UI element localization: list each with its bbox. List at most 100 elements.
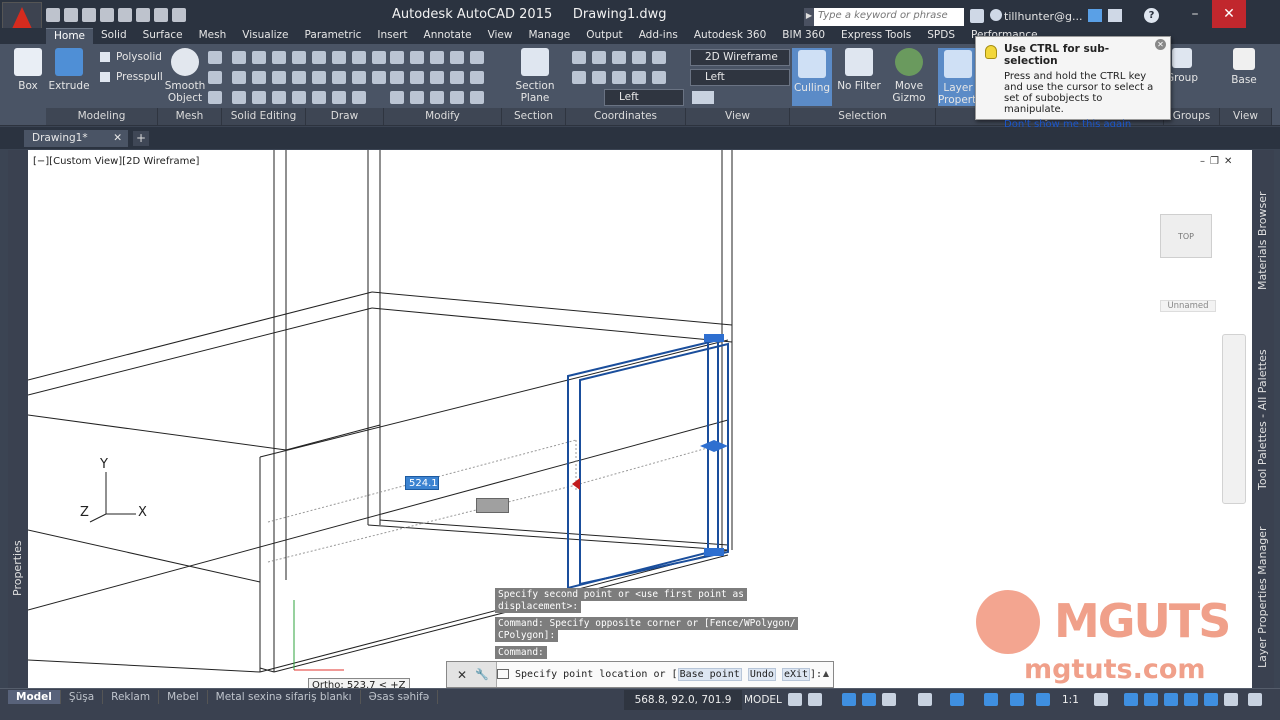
mesh-tool-2-icon[interactable]	[208, 71, 222, 84]
extract-icon[interactable]	[292, 51, 306, 64]
arc-icon[interactable]	[372, 51, 386, 64]
layout-tab[interactable]: Metal sexinə sifariş blankı	[208, 690, 361, 704]
line-icon[interactable]	[312, 51, 326, 64]
tab-mesh[interactable]: Mesh	[191, 28, 235, 44]
rectangle-icon[interactable]	[332, 91, 346, 104]
ucs-object-icon[interactable]	[632, 71, 646, 84]
option-base-point[interactable]: Base point	[677, 668, 742, 681]
stretch-icon[interactable]	[430, 91, 444, 104]
grid-icon[interactable]	[788, 693, 802, 706]
binoculars-icon[interactable]	[970, 9, 984, 23]
base-button[interactable]: Base	[1224, 48, 1264, 86]
layout-tab[interactable]: Əsas səhifə	[361, 690, 439, 704]
redo-icon[interactable]	[154, 8, 168, 22]
no-filter-button[interactable]: No Filter	[836, 48, 882, 92]
panel-solid-editing[interactable]: Solid Editing	[222, 108, 306, 125]
circle-icon[interactable]	[352, 51, 366, 64]
dynamic-input-field[interactable]: 524.1	[405, 476, 439, 490]
object-snap-icon[interactable]	[984, 693, 998, 706]
object-snap-tracking-icon[interactable]	[950, 693, 964, 706]
isolate-objects-icon[interactable]	[1184, 693, 1198, 706]
panel-mesh[interactable]: Mesh	[158, 108, 222, 125]
viewport-restore-icon[interactable]: ❐	[1210, 156, 1219, 167]
model-space-toggle[interactable]: MODEL	[744, 694, 782, 706]
properties-palette-strip[interactable]: Properties	[8, 150, 28, 688]
layout-tab[interactable]: Şüşa	[61, 690, 104, 704]
panel-modeling[interactable]: Modeling	[46, 108, 158, 125]
tab-bim-360[interactable]: BIM 360	[774, 28, 833, 44]
viewport-controls-label[interactable]: [−][Custom View][2D Wireframe]	[33, 156, 199, 167]
option-exit[interactable]: eXit	[781, 668, 811, 681]
viewport-minimize-icon[interactable]: –	[1200, 156, 1205, 167]
pointer-icon[interactable]	[390, 51, 404, 64]
units-icon[interactable]	[1144, 693, 1158, 706]
layer-properties-button[interactable]: Layer Properties	[938, 48, 991, 106]
tab-spds[interactable]: SPDS	[919, 28, 963, 44]
grip-bottom[interactable]	[704, 548, 724, 556]
spline-icon[interactable]	[312, 71, 326, 84]
separate-icon[interactable]	[252, 51, 266, 64]
panel-coordinates[interactable]: Coordinates	[566, 108, 686, 125]
rotate-3d-icon[interactable]	[410, 51, 424, 64]
ucs-z-icon[interactable]	[632, 51, 646, 64]
tab-manage[interactable]: Manage	[520, 28, 578, 44]
search-input[interactable]: Type a keyword or phrase	[814, 8, 964, 26]
snap-icon[interactable]	[808, 693, 822, 706]
explode-icon[interactable]	[390, 91, 404, 104]
ucs-world-icon[interactable]	[592, 51, 606, 64]
isodraft-icon[interactable]	[918, 693, 932, 706]
box-button[interactable]: Box	[6, 48, 50, 92]
close-file-tab-icon[interactable]: ✕	[113, 132, 122, 144]
open-icon[interactable]	[64, 8, 78, 22]
layout-tab-model[interactable]: Model	[8, 690, 61, 704]
union-icon[interactable]	[232, 51, 246, 64]
tool-palettes-label[interactable]: Tool Palettes - All Palettes	[1256, 349, 1269, 490]
a360-icon[interactable]	[1108, 9, 1122, 22]
mirror-icon[interactable]	[410, 91, 424, 104]
save-icon[interactable]	[82, 8, 96, 22]
command-line-grip[interactable]	[447, 662, 497, 687]
visual-style-dropdown[interactable]: 2D Wireframe	[690, 49, 790, 66]
ucs-3point-icon[interactable]	[652, 51, 666, 64]
quick-properties-icon[interactable]	[1164, 693, 1178, 706]
fillet-edges-icon[interactable]	[252, 91, 266, 104]
close-command-icon[interactable]: ✕	[457, 668, 467, 682]
trim-icon[interactable]	[470, 51, 484, 64]
dynamic-input-icon[interactable]	[862, 693, 876, 706]
ucs-origin-icon[interactable]	[612, 51, 626, 64]
annotation-monitor-icon[interactable]	[1124, 693, 1138, 706]
offset-icon[interactable]	[450, 91, 464, 104]
exchange-icon[interactable]	[1088, 9, 1102, 22]
tab-home[interactable]: Home	[46, 28, 94, 44]
panel-modify[interactable]: Modify	[384, 108, 502, 125]
command-line[interactable]: ✕ 🔧 Specify point location or [Base poin…	[446, 661, 834, 688]
grip-top[interactable]	[704, 334, 724, 342]
new-file-tab-button[interactable]: +	[133, 131, 149, 146]
ucs-menu[interactable]: Unnamed	[1160, 300, 1216, 312]
intersect-icon[interactable]	[232, 91, 246, 104]
properties-palette-label[interactable]: Properties	[11, 540, 24, 596]
move-icon[interactable]	[430, 51, 444, 64]
panel-section[interactable]: Section	[502, 108, 566, 125]
mesh-tool-1-icon[interactable]	[208, 51, 222, 64]
region-icon[interactable]	[372, 71, 386, 84]
move-gizmo-button[interactable]: Move Gizmo	[886, 48, 932, 104]
ucs-y-icon[interactable]	[592, 71, 606, 84]
clean-screen-icon[interactable]	[1224, 693, 1238, 706]
tab-annotate[interactable]: Annotate	[416, 28, 480, 44]
tab-insert[interactable]: Insert	[369, 28, 415, 44]
section-plane-button[interactable]: Section Plane	[512, 48, 558, 104]
file-tab-drawing1[interactable]: Drawing1* ✕	[24, 130, 128, 147]
imprint-icon[interactable]	[292, 71, 306, 84]
slice-icon[interactable]	[272, 51, 286, 64]
point-icon[interactable]	[352, 91, 366, 104]
tab-view[interactable]: View	[480, 28, 521, 44]
ellipse-icon[interactable]	[352, 71, 366, 84]
option-undo[interactable]: Undo	[747, 668, 776, 681]
navigation-bar[interactable]	[1222, 334, 1246, 504]
workspace-dropdown-icon[interactable]	[172, 8, 186, 22]
minimize-button[interactable]: –	[1178, 0, 1212, 28]
tab-autodesk-360[interactable]: Autodesk 360	[686, 28, 774, 44]
layer-properties-manager-label[interactable]: Layer Properties Manager	[1256, 527, 1269, 668]
shell-icon[interactable]	[272, 91, 286, 104]
